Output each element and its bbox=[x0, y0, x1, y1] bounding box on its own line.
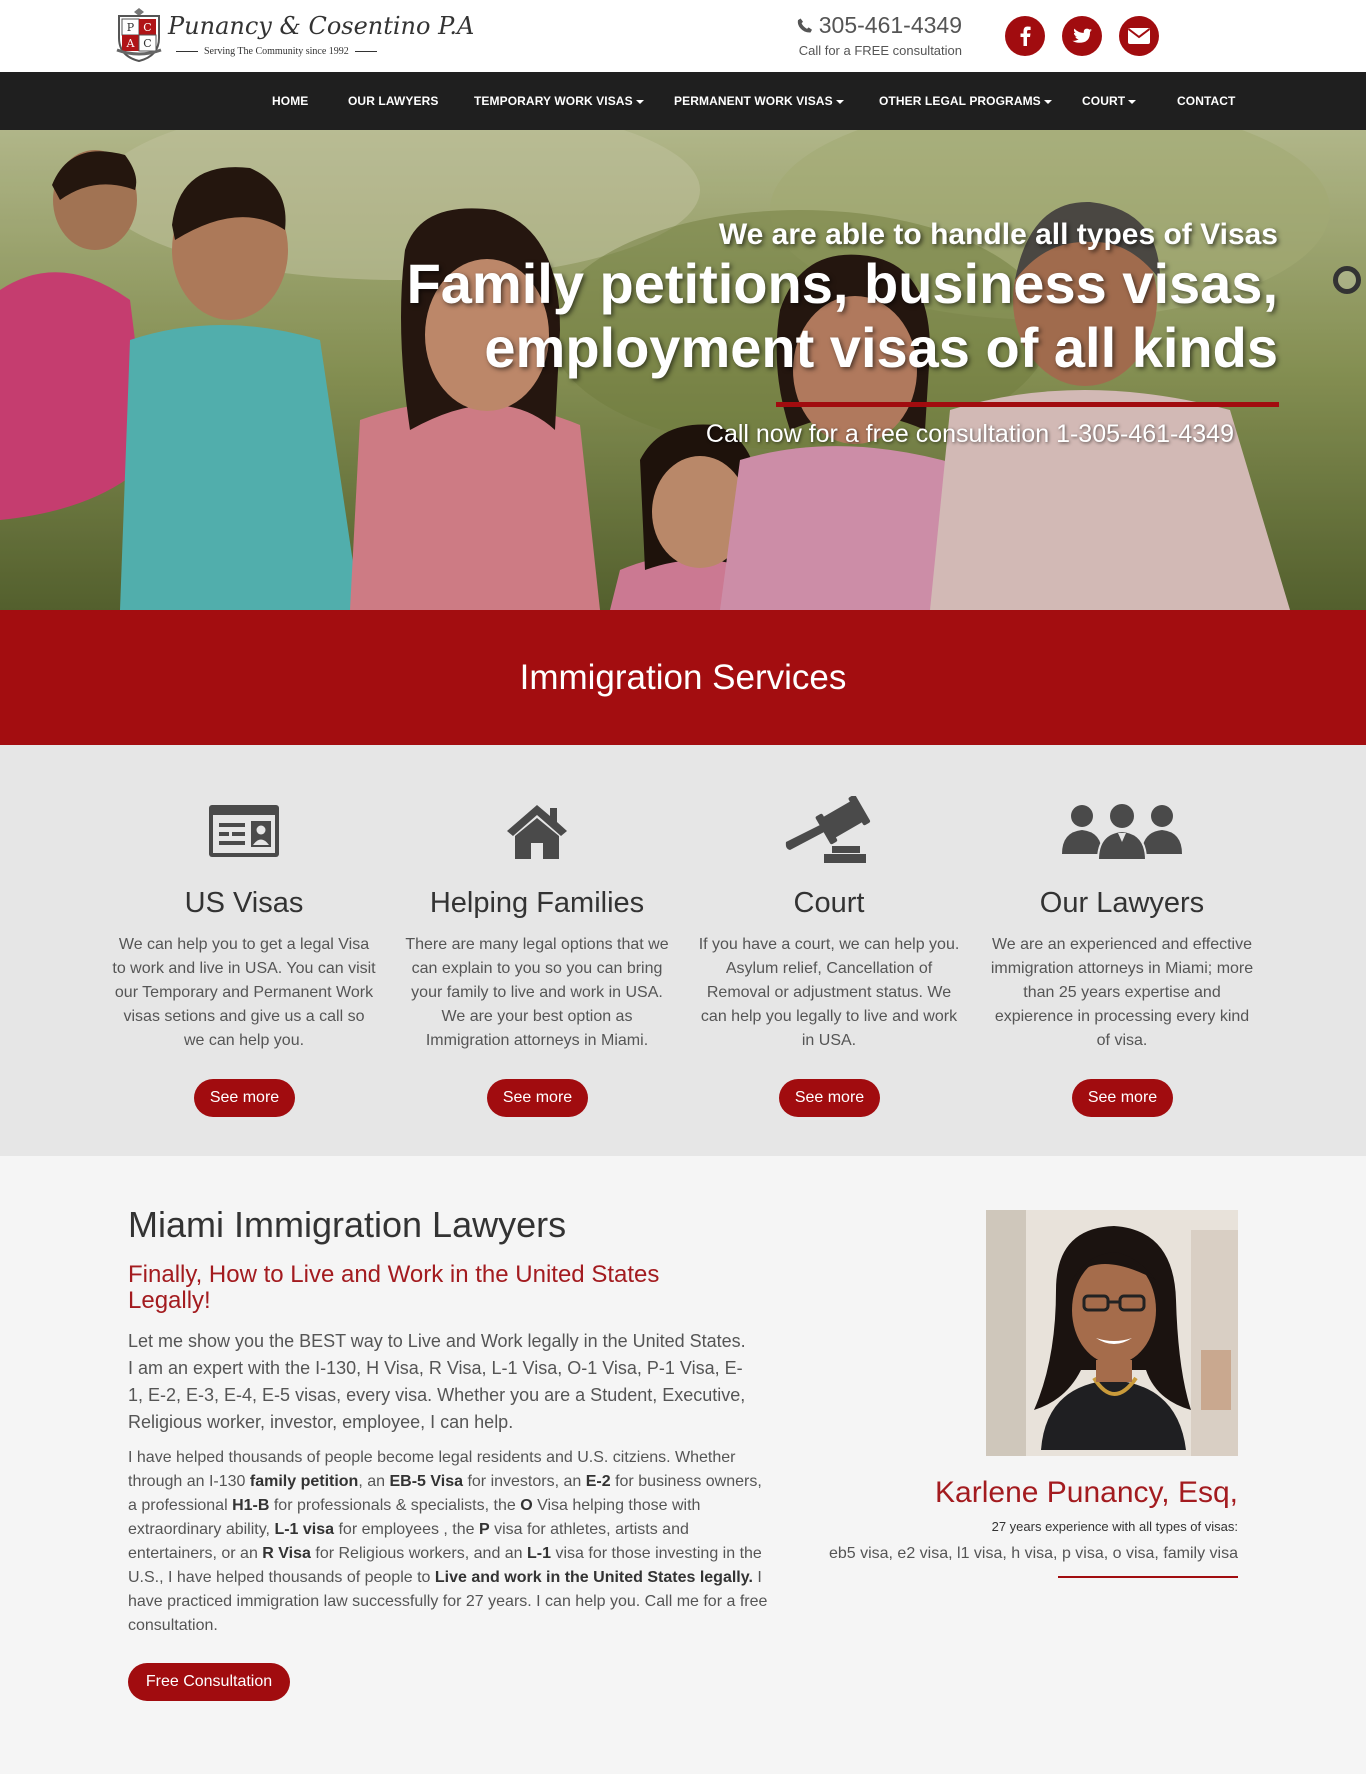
about-body-emphasis: family petition bbox=[249, 1473, 359, 1490]
see-more-button-court[interactable]: See more bbox=[779, 1079, 880, 1117]
about-body-emphasis: L-1 visa bbox=[274, 1521, 335, 1538]
see-more-button-us-visas[interactable]: See more bbox=[194, 1079, 295, 1117]
about-section: Miami Immigration Lawyers Finally, How t… bbox=[0, 1156, 1366, 1774]
service-title: Our Lawyers bbox=[1039, 887, 1205, 919]
about-body-emphasis: R Visa bbox=[262, 1545, 311, 1562]
id-card-icon bbox=[209, 805, 279, 857]
phone-block: 305-461-4349 Call for a FREE consultatio… bbox=[790, 12, 962, 58]
service-title: US Visas bbox=[184, 887, 304, 919]
about-body-text: for employees , the bbox=[334, 1521, 479, 1538]
hero-title: Family petitions, business visas, employ… bbox=[406, 252, 1278, 379]
nav-court[interactable]: COURT bbox=[1082, 72, 1137, 130]
about-body-text: for investors, an bbox=[463, 1473, 586, 1490]
about-body-emphasis: EB-5 Visa bbox=[389, 1473, 463, 1490]
header-phone-number[interactable]: 305-461-4349 bbox=[819, 12, 962, 39]
about-body-emphasis: Live and work in the United States legal… bbox=[434, 1569, 753, 1586]
services-grid: US Visas We can help you to get a legal … bbox=[0, 745, 1366, 1156]
nav-contact[interactable]: CONTACT bbox=[1177, 72, 1235, 130]
site-logo[interactable]: P C A C Punancy & Cosentino P.A Serving … bbox=[116, 6, 474, 64]
gavel-icon bbox=[785, 796, 871, 863]
lawyer-photo bbox=[986, 1210, 1238, 1456]
about-body-emphasis: E-2 bbox=[585, 1473, 611, 1490]
crest-letter: C bbox=[143, 21, 151, 34]
caret-down-icon bbox=[635, 99, 644, 104]
hero-banner: We are able to handle all types of Visas… bbox=[0, 130, 1366, 610]
nav-our-lawyers[interactable]: OUR LAWYERS bbox=[348, 72, 438, 130]
tagline-text: Serving The Community since 1992 bbox=[204, 46, 349, 57]
about-body: I have helped thousands of people become… bbox=[128, 1446, 768, 1638]
site-header: P C A C Punancy & Cosentino P.A Serving … bbox=[0, 0, 1366, 72]
see-more-button-helping-families[interactable]: See more bbox=[487, 1079, 588, 1117]
about-body-text: for professionals & specialists, the bbox=[269, 1497, 521, 1514]
lawyer-portrait bbox=[986, 1210, 1238, 1456]
crest-letter: A bbox=[126, 37, 136, 50]
about-body-emphasis: H1-B bbox=[232, 1497, 270, 1514]
about-subheading: Finally, How to Live and Work in the Uni… bbox=[128, 1261, 660, 1314]
firm-tagline: Serving The Community since 1992 bbox=[176, 46, 377, 57]
hero-divider bbox=[776, 402, 1279, 407]
about-body-text: , an bbox=[358, 1473, 390, 1490]
facebook-icon bbox=[1020, 26, 1031, 46]
lawyer-name: Karlene Punancy, Esq, bbox=[935, 1476, 1238, 1509]
about-body-emphasis: O bbox=[520, 1497, 533, 1514]
nav-permanent-work-visas[interactable]: PERMANENT WORK VISAS bbox=[674, 72, 844, 130]
caret-down-icon bbox=[1128, 99, 1137, 104]
nav-home[interactable]: HOME bbox=[272, 72, 308, 130]
slider-loading-icon bbox=[1333, 266, 1361, 294]
home-icon bbox=[507, 805, 567, 859]
about-body-text: for Religious workers, and an bbox=[310, 1545, 528, 1562]
users-icon bbox=[1062, 802, 1182, 860]
facebook-button[interactable] bbox=[1005, 16, 1045, 56]
nav-temporary-work-visas[interactable]: TEMPORARY WORK VISAS bbox=[474, 72, 644, 130]
about-lead: Let me show you the BEST way to Live and… bbox=[128, 1331, 746, 1432]
nav-other-legal-programs[interactable]: OTHER LEGAL PROGRAMS bbox=[879, 72, 1052, 130]
service-description: We can help you to get a legal Visa to w… bbox=[112, 936, 376, 1049]
envelope-icon bbox=[1128, 28, 1150, 44]
phone-icon bbox=[797, 18, 812, 33]
about-heading: Miami Immigration Lawyers bbox=[128, 1204, 567, 1245]
lawyer-visa-types: eb5 visa, e2 visa, l1 visa, h visa, p vi… bbox=[828, 1545, 1238, 1562]
firm-name: Punancy & Cosentino P.A bbox=[168, 12, 475, 40]
crest-letter: P bbox=[127, 21, 135, 34]
service-title: Helping Families bbox=[429, 887, 645, 919]
lawyer-divider bbox=[1058, 1576, 1238, 1578]
hero-kicker: We are able to handle all types of Visas bbox=[718, 218, 1278, 251]
caret-down-icon bbox=[1043, 99, 1052, 104]
services-heading: Immigration Services bbox=[519, 658, 847, 697]
twitter-button[interactable] bbox=[1062, 16, 1102, 56]
crest-letter: C bbox=[143, 37, 151, 50]
lawyer-experience: 27 years experience with all types of vi… bbox=[991, 1519, 1238, 1534]
service-title: Court bbox=[793, 887, 865, 919]
service-description: We are an experienced and effective immi… bbox=[990, 936, 1254, 1049]
see-more-button-our-lawyers[interactable]: See more bbox=[1072, 1079, 1173, 1117]
crest-icon: P C A C bbox=[116, 8, 162, 62]
services-heading-band: Immigration Services bbox=[0, 610, 1366, 745]
about-body-emphasis: P bbox=[479, 1521, 490, 1538]
main-nav: HOME OUR LAWYERS TEMPORARY WORK VISAS PE… bbox=[0, 72, 1366, 130]
phone-caption: Call for a FREE consultation bbox=[798, 43, 962, 58]
about-body-emphasis: L-1 bbox=[527, 1545, 552, 1562]
service-description: There are many legal options that we can… bbox=[405, 936, 669, 1049]
caret-down-icon bbox=[835, 99, 844, 104]
twitter-icon bbox=[1072, 28, 1092, 43]
email-button[interactable] bbox=[1119, 16, 1159, 56]
hero-call-cta: Call now for a free consultation 1-305-4… bbox=[705, 420, 1234, 448]
free-consultation-button[interactable]: Free Consultation bbox=[128, 1663, 290, 1701]
service-description: If you have a court, we can help you. As… bbox=[698, 936, 960, 1049]
